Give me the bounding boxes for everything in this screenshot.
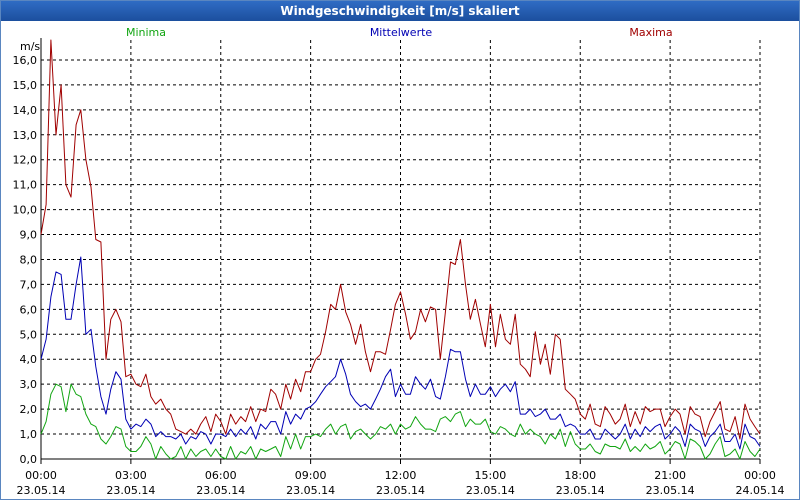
legend: Minima Mittelwerte Maxima bbox=[126, 26, 673, 39]
legend-mittelwerte: Mittelwerte bbox=[370, 26, 433, 39]
y-tick-label: 15,0 bbox=[13, 79, 38, 92]
y-tick-label: 8,0 bbox=[20, 253, 38, 266]
x-tick-date: 23.05.14 bbox=[646, 484, 695, 497]
y-tick-label: 2,0 bbox=[20, 403, 38, 416]
x-tick-date: 23.05.14 bbox=[286, 484, 335, 497]
y-axis-label: m/s bbox=[20, 40, 40, 53]
y-tick-label: 5,0 bbox=[20, 328, 38, 341]
grid bbox=[41, 40, 761, 460]
y-tick-label: 0,0 bbox=[20, 453, 38, 466]
y-tick-label: 3,0 bbox=[20, 378, 38, 391]
y-tick-label: 6,0 bbox=[20, 303, 38, 316]
line-chart: 0,0 1,0 2,0 3,0 4,0 5,0 6,0 7,0 8,0 9,0 10,0 11,0 12… bbox=[13, 26, 785, 497]
y-tick-label: 16,0 bbox=[13, 54, 38, 67]
x-tick-time: 06:00 bbox=[205, 469, 237, 482]
legend-minima: Minima bbox=[126, 26, 166, 39]
x-tick-date: 23.05.14 bbox=[376, 484, 425, 497]
y-tick-label: 13,0 bbox=[13, 129, 38, 142]
x-tick-labels: 00:00 23.05.14 03:00 23.05.14 06:00 23.05.14 0… bbox=[17, 469, 785, 497]
x-tick-date: 24.05.14 bbox=[736, 484, 785, 497]
x-tick-date: 23.05.14 bbox=[17, 484, 66, 497]
y-tick-label: 7,0 bbox=[20, 278, 38, 291]
y-tick-label: 11,0 bbox=[13, 179, 38, 192]
x-tick-time: 00:00 bbox=[25, 469, 57, 482]
y-tick-label: 9,0 bbox=[20, 229, 38, 242]
x-tick-time: 03:00 bbox=[115, 469, 147, 482]
legend-maxima: Maxima bbox=[629, 26, 672, 39]
x-tick-date: 23.05.14 bbox=[556, 484, 605, 497]
x-tick-time: 21:00 bbox=[654, 469, 686, 482]
x-tick-time: 00:00 bbox=[744, 469, 776, 482]
x-tick-time: 15:00 bbox=[475, 469, 507, 482]
x-tick-time: 09:00 bbox=[295, 469, 327, 482]
x-tick-date: 23.05.14 bbox=[466, 484, 515, 497]
x-tick-date: 23.05.14 bbox=[106, 484, 155, 497]
y-tick-label: 12,0 bbox=[13, 154, 38, 167]
y-tick-label: 14,0 bbox=[13, 104, 38, 117]
x-tick-time: 12:00 bbox=[385, 469, 417, 482]
y-tick-label: 10,0 bbox=[13, 204, 38, 217]
y-tick-label: 1,0 bbox=[20, 428, 38, 441]
x-tick-time: 18:00 bbox=[564, 469, 596, 482]
y-tick-labels: 0,0 1,0 2,0 3,0 4,0 5,0 6,0 7,0 8,0 9,0 10,0 11,0 12… bbox=[13, 54, 38, 466]
y-tick-label: 4,0 bbox=[20, 353, 38, 366]
x-tick-date: 23.05.14 bbox=[196, 484, 245, 497]
